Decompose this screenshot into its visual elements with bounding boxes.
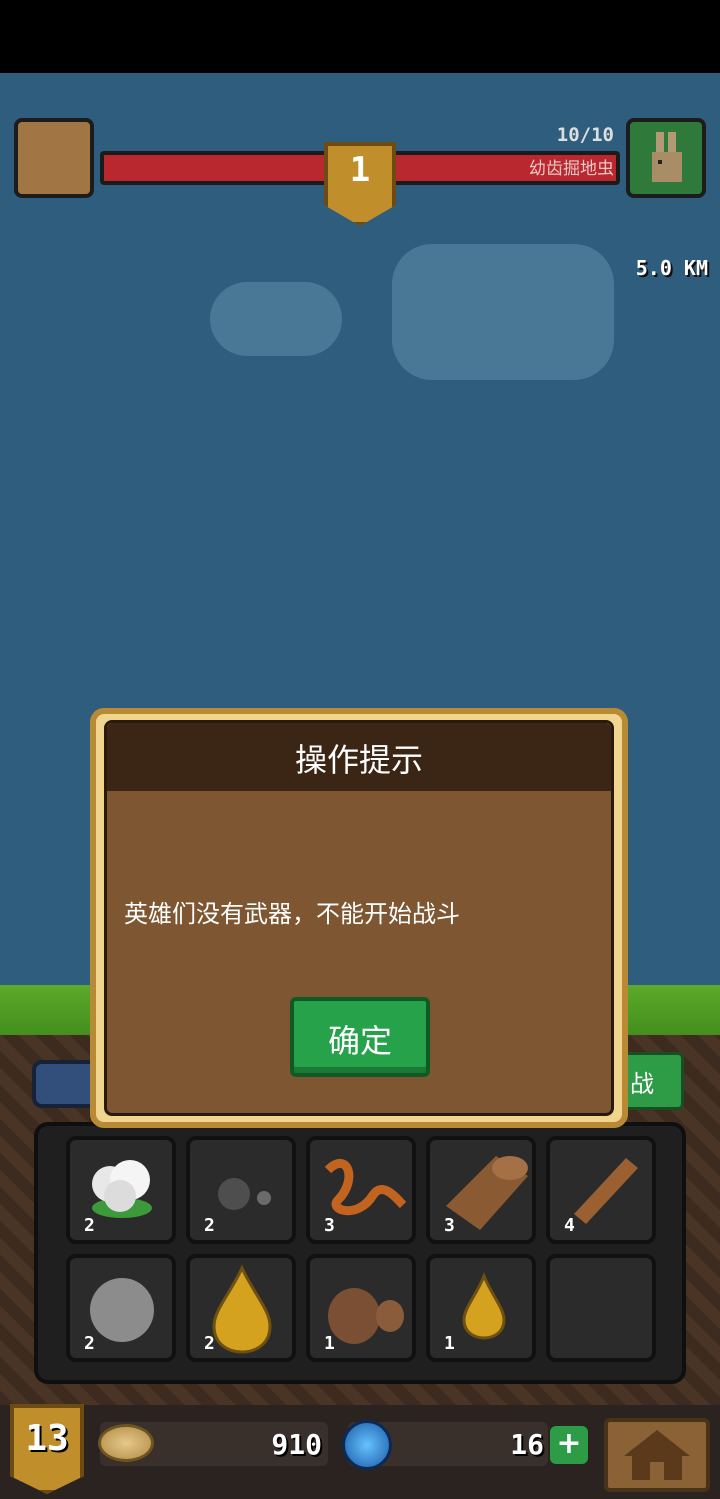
inventory-slot[interactable]: 2 bbox=[66, 1136, 176, 1244]
home-button[interactable] bbox=[604, 1418, 710, 1492]
coin-icon bbox=[98, 1424, 154, 1462]
distance-label: 5.0 KM bbox=[635, 256, 708, 280]
inventory-slot-empty[interactable] bbox=[546, 1254, 656, 1362]
rabbit-icon bbox=[652, 132, 682, 182]
item-count: 2 bbox=[204, 1215, 215, 1236]
enemy-hp-text: 10/10 bbox=[556, 124, 614, 146]
enemy-portrait[interactable] bbox=[626, 118, 706, 198]
inventory-slot[interactable]: 2 bbox=[186, 1254, 296, 1362]
coin-count: 910 bbox=[271, 1428, 322, 1461]
inventory-panel: 2 2 3 3 4 2 2 1 1 bbox=[34, 1122, 686, 1384]
item-count: 1 bbox=[324, 1333, 335, 1354]
small-oil-drop-icon bbox=[462, 1272, 506, 1340]
stick-icon bbox=[574, 1158, 638, 1224]
cloud bbox=[392, 244, 614, 380]
item-count: 1 bbox=[444, 1333, 455, 1354]
item-count: 4 bbox=[564, 1215, 575, 1236]
battle-button-label: 战 bbox=[630, 1070, 654, 1098]
item-count: 3 bbox=[444, 1215, 455, 1236]
stone-pellets-icon bbox=[218, 1178, 271, 1210]
cloud bbox=[210, 282, 342, 356]
stone-icon bbox=[90, 1278, 154, 1342]
item-count: 2 bbox=[204, 1333, 215, 1354]
dialog-message: 英雄们没有武器，不能开始战斗 bbox=[124, 900, 460, 928]
item-count: 2 bbox=[84, 1333, 95, 1354]
inventory-slot[interactable]: 1 bbox=[306, 1254, 416, 1362]
confirm-button-label: 确定 bbox=[327, 1022, 392, 1060]
item-count: 2 bbox=[84, 1215, 95, 1236]
inventory-slot[interactable]: 2 bbox=[186, 1136, 296, 1244]
stage-level-number: 1 bbox=[349, 150, 371, 190]
inventory-slot[interactable]: 2 bbox=[66, 1254, 176, 1362]
item-count: 3 bbox=[324, 1215, 335, 1236]
add-gems-button[interactable]: + bbox=[550, 1426, 588, 1464]
enemy-name: 幼齿掘地虫 bbox=[529, 159, 614, 179]
inventory-slot[interactable]: 3 bbox=[426, 1136, 536, 1244]
oil-drop-icon bbox=[212, 1264, 272, 1354]
home-icon bbox=[624, 1430, 690, 1480]
gem-icon bbox=[342, 1420, 392, 1470]
status-bar bbox=[0, 0, 720, 73]
cotton-icon bbox=[92, 1160, 152, 1218]
inventory-slot[interactable]: 4 bbox=[546, 1136, 656, 1244]
gem-count: 16 bbox=[510, 1428, 544, 1461]
player-level: 13 bbox=[25, 1418, 69, 1459]
inventory-slot[interactable]: 3 bbox=[306, 1136, 416, 1244]
hero-portrait[interactable] bbox=[14, 118, 94, 198]
inventory-slot[interactable]: 1 bbox=[426, 1254, 536, 1362]
dialog-title: 操作提示 bbox=[294, 741, 423, 779]
rope-icon bbox=[324, 1159, 407, 1216]
